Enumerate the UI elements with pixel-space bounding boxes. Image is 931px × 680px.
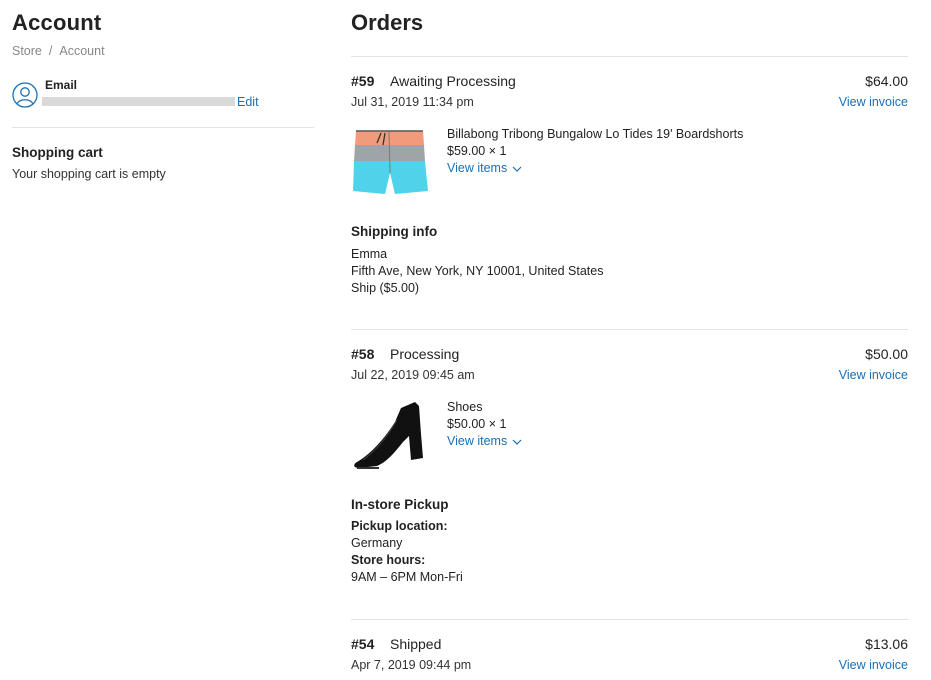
divider (351, 329, 908, 330)
pickup-location-label: Pickup location: (351, 519, 448, 533)
item-price-qty: $59.00 × 1 (447, 144, 507, 158)
email-block: Email Edit (12, 78, 314, 114)
order-number: #59 (351, 73, 375, 89)
breadcrumb-store[interactable]: Store (12, 44, 42, 58)
order-number: #54 (351, 636, 375, 652)
order-date: Jul 31, 2019 11:34 pm (351, 95, 474, 109)
edit-email-link[interactable]: Edit (237, 95, 259, 109)
shipping-address: Fifth Ave, New York, NY 10001, United St… (351, 264, 604, 278)
breadcrumb: Store / Account (12, 44, 105, 58)
page-title: Account (12, 10, 102, 35)
pickup-location-value: Germany (351, 536, 403, 550)
view-invoice-link[interactable]: View invoice (839, 368, 908, 382)
breadcrumb-account: Account (59, 44, 105, 58)
order-status: Processing (390, 346, 460, 362)
shipping-name: Emma (351, 247, 388, 261)
shoe-image[interactable] (351, 394, 431, 474)
store-hours-label: Store hours: (351, 553, 426, 567)
shipping-info-title: Shipping info (351, 224, 438, 239)
orders-panel: Orders #59 Awaiting Processing $64.00 Ju… (351, 0, 908, 680)
breadcrumb-separator: / (48, 44, 53, 58)
view-items-toggle[interactable]: View items (447, 161, 522, 175)
chevron-down-icon (507, 434, 522, 448)
order-card-54: #54 Shipped $13.06 Apr 7, 2019 09:44 pm … (351, 636, 908, 680)
view-items-label: View items (447, 434, 508, 448)
order-status: Shipped (390, 636, 442, 652)
pickup-title: In-store Pickup (351, 497, 449, 512)
order-card-59: #59 Awaiting Processing $64.00 Jul 31, 2… (351, 73, 908, 323)
divider (351, 56, 908, 57)
shipping-method: Ship ($5.00) (351, 281, 420, 295)
order-total: $64.00 (865, 73, 908, 89)
view-items-toggle[interactable]: View items (447, 434, 522, 448)
shopping-cart-title: Shopping cart (12, 145, 103, 160)
item-name: Shoes (447, 400, 483, 414)
divider (351, 619, 908, 620)
boardshorts-image[interactable] (351, 121, 431, 201)
order-date: Jul 22, 2019 09:45 am (351, 368, 475, 382)
item-name: Billabong Tribong Bungalow Lo Tides 19' … (447, 127, 744, 141)
order-number: #58 (351, 346, 375, 362)
shopping-cart-empty-text: Your shopping cart is empty (12, 167, 166, 181)
divider (12, 127, 314, 128)
order-date: Apr 7, 2019 09:44 pm (351, 658, 472, 672)
order-total: $13.06 (865, 636, 908, 652)
item-price-qty: $50.00 × 1 (447, 417, 507, 431)
email-value-redacted (42, 97, 235, 106)
order-total: $50.00 (865, 346, 908, 362)
order-card-58: #58 Processing $50.00 Jul 22, 2019 09:45… (351, 346, 908, 606)
view-invoice-link[interactable]: View invoice (839, 658, 908, 672)
view-invoice-link[interactable]: View invoice (839, 95, 908, 109)
email-label: Email (45, 78, 78, 92)
user-icon (12, 82, 38, 108)
view-items-label: View items (447, 161, 508, 175)
chevron-down-icon (507, 161, 522, 175)
orders-title: Orders (351, 10, 424, 35)
store-hours-value: 9AM – 6PM Mon-Fri (351, 570, 463, 584)
order-status: Awaiting Processing (390, 73, 516, 89)
